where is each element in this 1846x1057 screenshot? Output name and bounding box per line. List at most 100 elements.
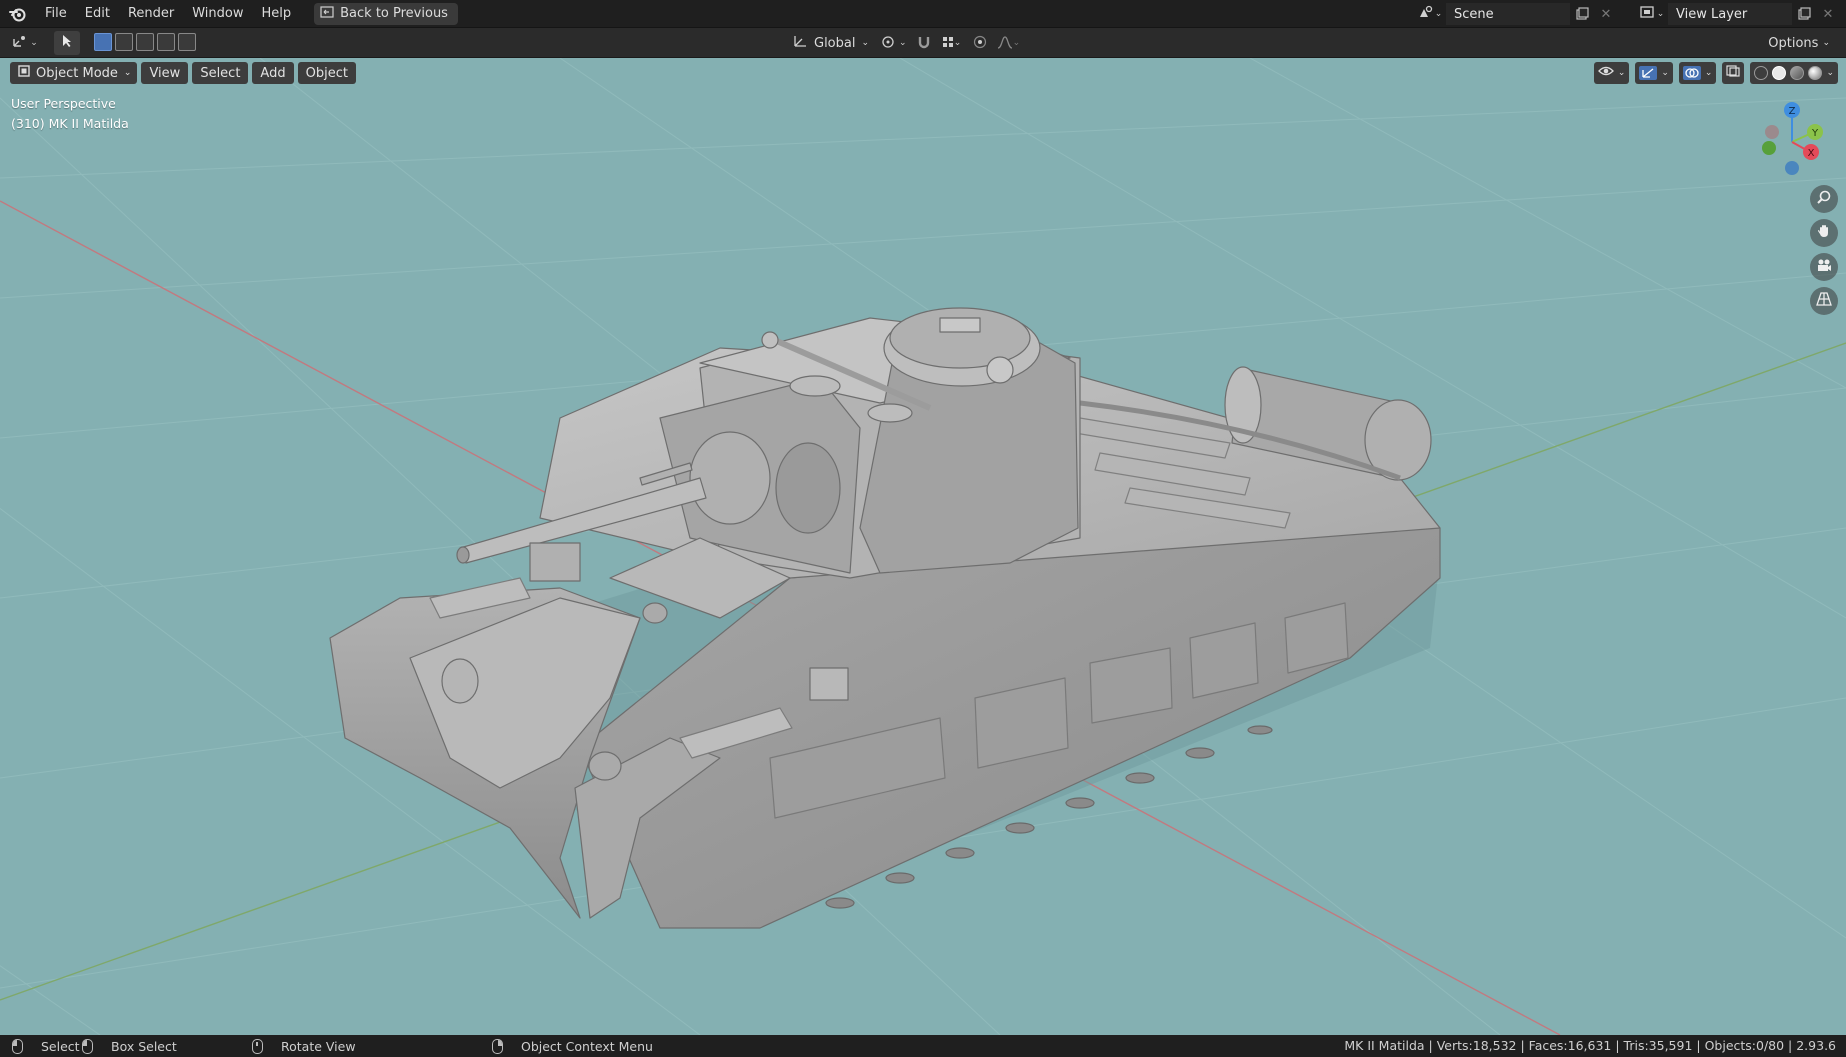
chevron-down-icon: ⌄ [899, 38, 907, 48]
options-dropdown[interactable]: Options ⌄ [1760, 32, 1838, 54]
gizmo-y-label: Y [1811, 128, 1819, 139]
falloff-curve-icon [997, 35, 1013, 52]
viewport-menu-view[interactable]: View [141, 62, 189, 84]
scene-icon [1418, 5, 1434, 23]
status-context-label: Object Context Menu [521, 1038, 653, 1054]
menu-help[interactable]: Help [253, 0, 301, 28]
select-new-mode-icon[interactable] [94, 33, 112, 51]
transform-settings: Global ⌄ ⌄ ⌄ ⌄ [786, 32, 1020, 54]
rendered-shading-icon[interactable] [1808, 66, 1823, 80]
gizmo-icon[interactable] [1639, 66, 1658, 80]
chevron-down-icon: ⌄ [861, 38, 870, 48]
viewport-menu-add[interactable]: Add [252, 62, 294, 84]
select-subtract-mode-icon[interactable] [136, 33, 154, 51]
select-tool-button[interactable] [54, 31, 80, 55]
options-label: Options [1768, 35, 1819, 51]
perspective-label: User Perspective [11, 96, 116, 111]
status-select-label: Select [41, 1038, 80, 1054]
select-intersect-mode-icon[interactable] [178, 33, 196, 51]
gizmo-neg-x [1765, 125, 1779, 139]
view-layer-name-field[interactable]: View Layer [1668, 3, 1792, 25]
mouse-right-icon [492, 1038, 503, 1054]
cursor-arrow-icon [61, 34, 73, 52]
camera-icon [1816, 258, 1832, 276]
delete-scene-icon[interactable]: ✕ [1594, 3, 1618, 25]
overlays-icon[interactable] [1682, 66, 1701, 80]
xray-toggle[interactable] [1722, 62, 1745, 84]
menu-edit[interactable]: Edit [76, 0, 119, 28]
3d-viewport-icon [12, 34, 30, 52]
viewport-menu-select[interactable]: Select [192, 62, 249, 84]
falloff-dropdown[interactable]: ⌄ [997, 32, 1020, 54]
solid-shading-icon[interactable] [1772, 66, 1787, 80]
transform-orientation-dropdown[interactable]: Global ⌄ [786, 32, 875, 54]
editor-type-dropdown[interactable]: ⌄ [8, 32, 42, 54]
proportional-editing-toggle[interactable] [969, 32, 991, 54]
shading-mode-group: ⌄ [1750, 62, 1838, 84]
screen-back-icon [320, 5, 334, 22]
object-mode-icon [18, 65, 30, 81]
menu-render[interactable]: Render [119, 0, 183, 28]
magnet-icon [917, 35, 931, 52]
viewport-header-right: ⌄ ⌄ ⌄ ⌄ [1593, 62, 1838, 84]
pivot-point-icon [881, 35, 899, 52]
viewport-header-left: Object Mode ⌄ View Select Add Object [10, 62, 356, 84]
scene-name-field[interactable]: Scene [1446, 3, 1570, 25]
visibility-dropdown[interactable]: ⌄ [1593, 62, 1630, 84]
back-to-previous-button[interactable]: Back to Previous [314, 2, 458, 25]
blender-logo-icon[interactable] [0, 0, 36, 28]
chevron-down-icon: ⌄ [1434, 9, 1443, 19]
mouse-drag-icon [82, 1038, 93, 1054]
chevron-down-icon: ⌄ [953, 38, 962, 48]
snap-toggle[interactable] [913, 32, 935, 54]
select-invert-mode-icon[interactable] [157, 33, 175, 51]
scene-browse-dropdown[interactable]: ⌄ [1414, 3, 1446, 25]
viewport-scene[interactable] [0, 58, 1846, 1035]
status-rotate-label: Rotate View [281, 1038, 356, 1054]
status-rotate: Rotate View [252, 1038, 356, 1054]
magnifier-icon [1816, 189, 1832, 209]
chevron-down-icon[interactable]: ⌄ [1661, 68, 1669, 78]
gizmo-neg-y [1762, 141, 1776, 155]
new-view-layer-icon[interactable] [1792, 3, 1816, 25]
delete-view-layer-icon[interactable]: ✕ [1816, 3, 1840, 25]
view-layer-browse-dropdown[interactable]: ⌄ [1636, 3, 1668, 25]
selection-mode-group [94, 33, 196, 51]
pivot-point-dropdown[interactable]: ⌄ [881, 32, 907, 54]
scene-selector: ⌄ Scene ✕ [1414, 3, 1618, 25]
chevron-down-icon: ⌄ [123, 68, 132, 78]
mouse-left-icon [12, 1038, 23, 1054]
gizmo-x-label: X [1808, 148, 1815, 159]
viewport-menu-object[interactable]: Object [297, 62, 356, 84]
object-mode-dropdown[interactable]: Object Mode ⌄ [10, 62, 138, 84]
chevron-down-icon[interactable]: ⌄ [1826, 68, 1834, 78]
material-shading-icon[interactable] [1790, 66, 1805, 80]
zoom-view-button[interactable] [1810, 185, 1838, 213]
menu-window[interactable]: Window [183, 0, 252, 28]
eye-icon [1597, 65, 1614, 81]
top-menu-bar: File Edit Render Window Help Back to Pre… [0, 0, 1846, 28]
status-box-select-label: Box Select [111, 1038, 177, 1054]
mouse-middle-icon [252, 1038, 263, 1054]
chevron-down-icon: ⌄ [1656, 9, 1665, 19]
3d-viewport[interactable]: Object Mode ⌄ View Select Add Object Use… [0, 58, 1846, 1035]
status-bar: Select Box Select Rotate View Object Con… [0, 1035, 1846, 1057]
new-scene-icon[interactable] [1570, 3, 1594, 25]
status-select: Select [12, 1038, 80, 1054]
camera-view-button[interactable] [1810, 253, 1838, 281]
wireframe-shading-icon[interactable] [1754, 66, 1769, 80]
pan-view-button[interactable] [1810, 219, 1838, 247]
menu-file[interactable]: File [36, 0, 76, 28]
snap-target-dropdown[interactable]: ⌄ [941, 32, 963, 54]
navigation-gizmo[interactable]: Z Y X [1752, 98, 1832, 178]
view-layer-icon [1640, 5, 1656, 23]
grid-perspective-icon [1816, 291, 1832, 311]
proportional-editing-icon [973, 35, 987, 52]
chevron-down-icon[interactable]: ⌄ [1705, 68, 1713, 78]
chevron-down-icon: ⌄ [30, 38, 38, 48]
object-mode-label: Object Mode [36, 65, 118, 81]
hand-icon [1816, 223, 1832, 243]
view-layer-selector: ⌄ View Layer ✕ [1636, 3, 1840, 25]
select-extend-mode-icon[interactable] [115, 33, 133, 51]
perspective-toggle-button[interactable] [1810, 287, 1838, 315]
